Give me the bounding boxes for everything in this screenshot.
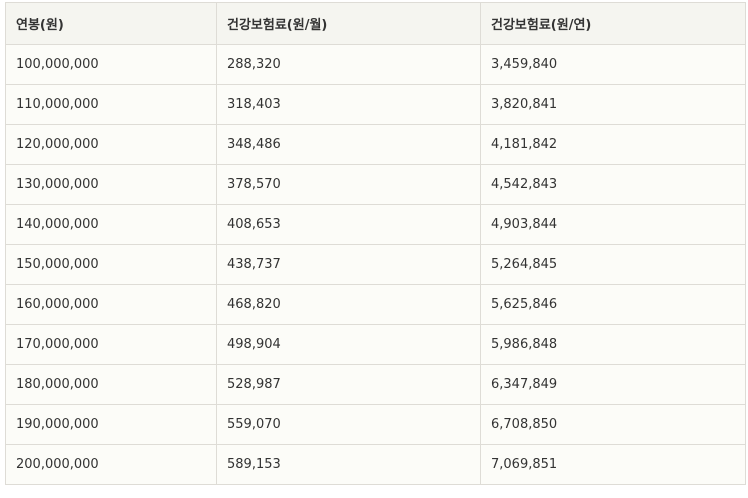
monthly-premium-cell: 378,570 [216, 164, 481, 205]
table-row: 100,000,000 288,320 3,459,840 [5, 44, 746, 85]
table-row: 120,000,000 348,486 4,181,842 [5, 124, 746, 165]
table-container: 연봉(원) 건강보험료(원/월) 건강보험료(원/연) 100,000,000 2… [5, 2, 746, 485]
monthly-premium-cell: 559,070 [216, 404, 481, 445]
monthly-premium-cell: 528,987 [216, 364, 481, 405]
annual-salary-cell: 140,000,000 [5, 204, 217, 245]
annual-salary-cell: 160,000,000 [5, 284, 217, 325]
monthly-premium-cell: 498,904 [216, 324, 481, 365]
annual-premium-cell: 4,181,842 [480, 124, 746, 165]
monthly-premium-cell: 348,486 [216, 124, 481, 165]
annual-salary-cell: 180,000,000 [5, 364, 217, 405]
table-row: 150,000,000 438,737 5,264,845 [5, 244, 746, 285]
table-row: 180,000,000 528,987 6,347,849 [5, 364, 746, 405]
annual-salary-cell: 130,000,000 [5, 164, 217, 205]
annual-salary-cell: 120,000,000 [5, 124, 217, 165]
table-row: 160,000,000 468,820 5,625,846 [5, 284, 746, 325]
annual-premium-cell: 3,820,841 [480, 84, 746, 125]
table-header-row: 연봉(원) 건강보험료(원/월) 건강보험료(원/연) [5, 2, 746, 45]
header-annual-salary: 연봉(원) [5, 2, 217, 45]
annual-premium-cell: 5,625,846 [480, 284, 746, 325]
table-row: 130,000,000 378,570 4,542,843 [5, 164, 746, 205]
annual-salary-cell: 150,000,000 [5, 244, 217, 285]
annual-salary-cell: 190,000,000 [5, 404, 217, 445]
monthly-premium-cell: 288,320 [216, 44, 481, 85]
header-annual-premium: 건강보험료(원/연) [480, 2, 746, 45]
table-row: 190,000,000 559,070 6,708,850 [5, 404, 746, 445]
annual-salary-cell: 100,000,000 [5, 44, 217, 85]
table-row: 200,000,000 589,153 7,069,851 [5, 444, 746, 485]
table-row: 170,000,000 498,904 5,986,848 [5, 324, 746, 365]
annual-premium-cell: 3,459,840 [480, 44, 746, 85]
annual-premium-cell: 6,347,849 [480, 364, 746, 405]
annual-premium-cell: 4,542,843 [480, 164, 746, 205]
monthly-premium-cell: 408,653 [216, 204, 481, 245]
monthly-premium-cell: 318,403 [216, 84, 481, 125]
monthly-premium-cell: 589,153 [216, 444, 481, 485]
annual-premium-cell: 5,264,845 [480, 244, 746, 285]
health-insurance-table: 연봉(원) 건강보험료(원/월) 건강보험료(원/연) 100,000,000 2… [5, 2, 746, 485]
annual-premium-cell: 6,708,850 [480, 404, 746, 445]
monthly-premium-cell: 468,820 [216, 284, 481, 325]
monthly-premium-cell: 438,737 [216, 244, 481, 285]
annual-premium-cell: 4,903,844 [480, 204, 746, 245]
annual-salary-cell: 110,000,000 [5, 84, 217, 125]
annual-premium-cell: 5,986,848 [480, 324, 746, 365]
annual-salary-cell: 200,000,000 [5, 444, 217, 485]
table-row: 110,000,000 318,403 3,820,841 [5, 84, 746, 125]
annual-premium-cell: 7,069,851 [480, 444, 746, 485]
header-monthly-premium: 건강보험료(원/월) [216, 2, 481, 45]
table-row: 140,000,000 408,653 4,903,844 [5, 204, 746, 245]
annual-salary-cell: 170,000,000 [5, 324, 217, 365]
